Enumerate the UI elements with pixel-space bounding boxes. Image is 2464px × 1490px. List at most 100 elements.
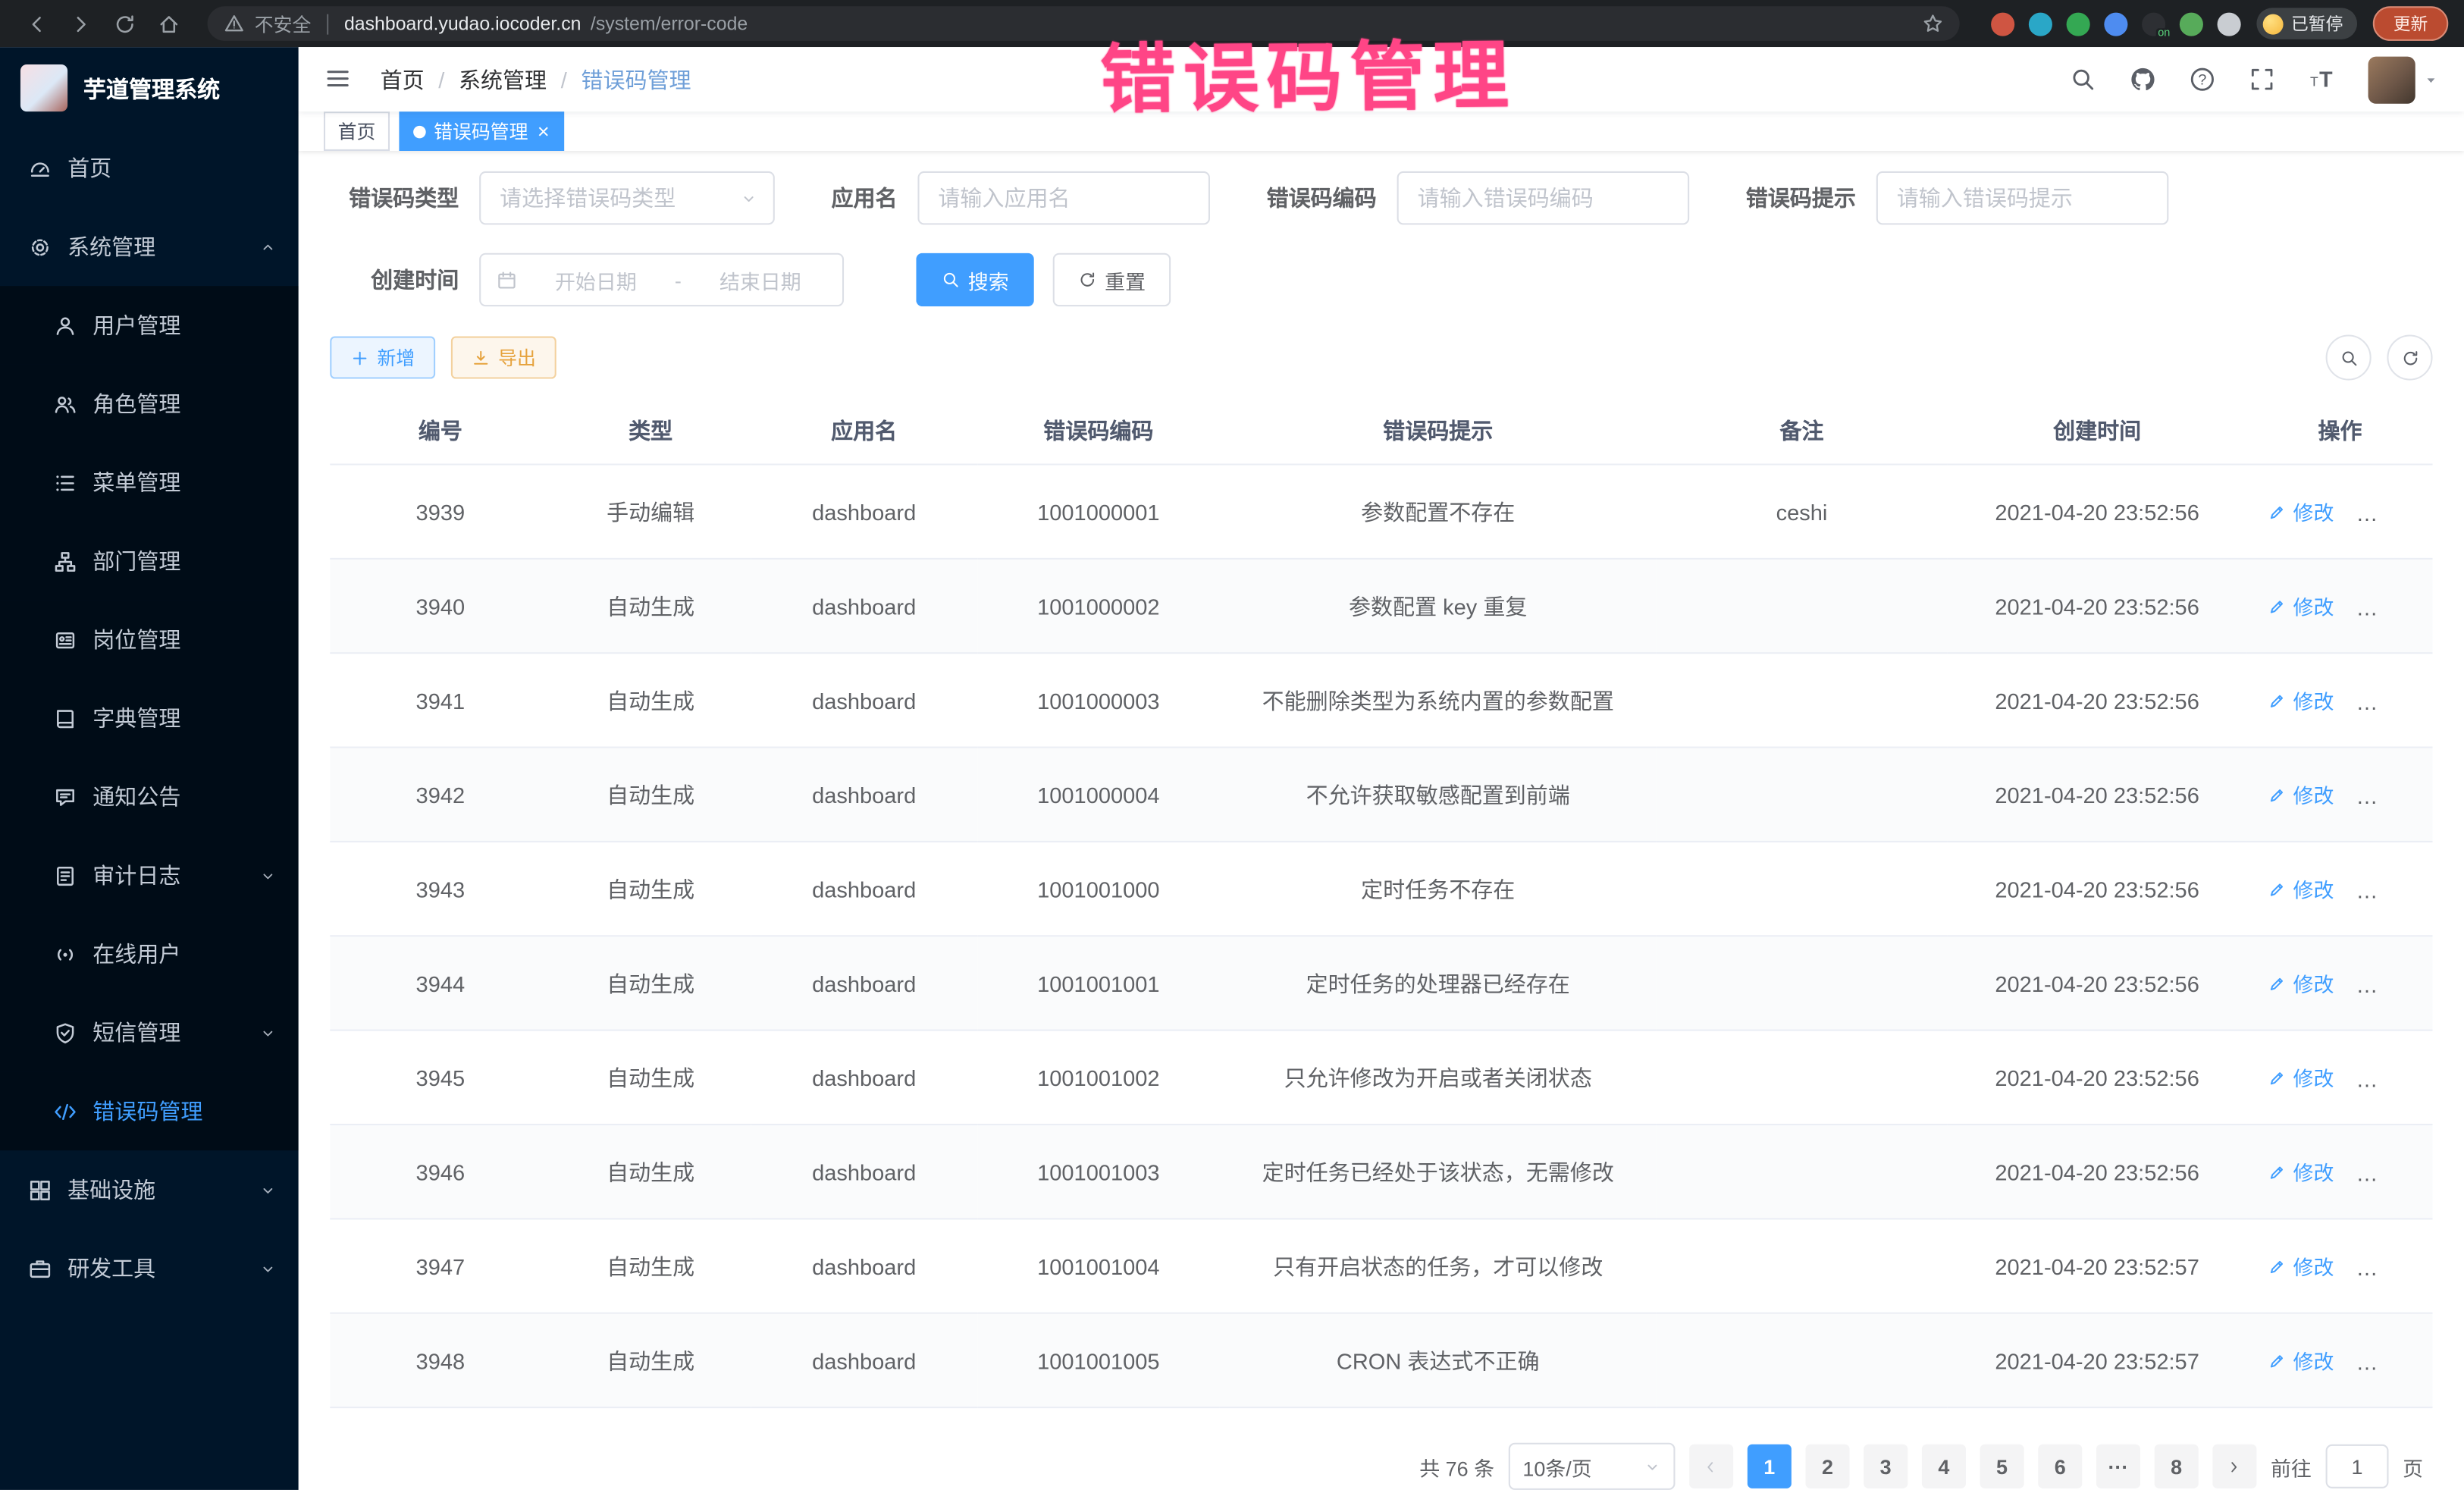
error-message-input[interactable]: [1876, 171, 2169, 224]
table-cell: 3945: [330, 1030, 550, 1125]
table-cell: 2021-04-20 23:52:57: [1947, 1219, 2248, 1313]
page-button[interactable]: 8: [2155, 1445, 2199, 1488]
page-button[interactable]: ···: [2096, 1445, 2140, 1488]
extension-tag-icon[interactable]: on: [2142, 12, 2165, 36]
sidebar-item-notice-management[interactable]: 通知公告: [0, 758, 299, 836]
sidebar-item-infrastructure[interactable]: 基础设施: [0, 1150, 299, 1229]
page-button[interactable]: 3: [1864, 1445, 1908, 1488]
collapse-sidebar-button[interactable]: [324, 64, 355, 95]
error-code-table: 编号类型应用名错误码编码错误码提示备注创建时间操作 3939手动编辑dashbo…: [330, 396, 2432, 1408]
error-code-input[interactable]: [1397, 171, 1690, 224]
chevron-down-icon: [259, 1259, 277, 1277]
page-button[interactable]: 1: [1748, 1445, 1792, 1488]
sidebar-item-dept-management[interactable]: 部门管理: [0, 522, 299, 601]
user-avatar-menu[interactable]: [2368, 56, 2439, 103]
sidebar-item-audit-log[interactable]: 审计日志: [0, 836, 299, 915]
fullscreen-icon[interactable]: [2249, 66, 2275, 93]
sidebar-item-role-management[interactable]: 角色管理: [0, 365, 299, 444]
page-size-select[interactable]: 10条/页: [1509, 1443, 1676, 1490]
user-icon: [53, 314, 77, 337]
github-icon[interactable]: [2130, 66, 2156, 93]
sidebar-item-online-users[interactable]: 在线用户: [0, 914, 299, 993]
edit-button[interactable]: 修改: [2268, 874, 2334, 903]
sidebar-item-label: 系统管理: [67, 231, 155, 262]
edit-button[interactable]: 修改: [2268, 591, 2334, 620]
table-cell: 1001001001: [977, 936, 1219, 1030]
breadcrumb-item[interactable]: 首页: [381, 64, 425, 95]
column-header: 应用名: [751, 396, 978, 464]
table-cell: dashboard: [751, 936, 978, 1030]
goto-page-input[interactable]: [2326, 1445, 2389, 1488]
edit-button[interactable]: 修改: [2268, 1345, 2334, 1375]
sidebar-item-error-code-management[interactable]: 错误码管理: [0, 1072, 299, 1151]
sidebar-item-sms-management[interactable]: 短信管理: [0, 993, 299, 1072]
table-cell: 3946: [330, 1125, 550, 1219]
table-cell: 2021-04-20 23:52:56: [1947, 1125, 2248, 1219]
page-button[interactable]: 5: [1980, 1445, 2024, 1488]
table-cell: 1001001002: [977, 1030, 1219, 1125]
sidebar-item-label: 短信管理: [92, 1017, 180, 1048]
browser-reload-button[interactable]: [104, 3, 145, 44]
sidebar-item-system-management[interactable]: 系统管理: [0, 208, 299, 287]
search-icon[interactable]: [2070, 66, 2096, 93]
reset-button[interactable]: 重置: [1053, 253, 1171, 306]
bookmark-star-icon[interactable]: [1922, 13, 1944, 35]
sidebar-item-user-management[interactable]: 用户管理: [0, 286, 299, 365]
close-tab-icon[interactable]: ×: [538, 121, 550, 142]
browser-forward-button[interactable]: [60, 3, 101, 44]
next-page-button[interactable]: [2212, 1445, 2256, 1488]
sidebar-item-label: 岗位管理: [92, 624, 180, 655]
search-button-label: 搜索: [968, 265, 1009, 294]
page-button[interactable]: 2: [1805, 1445, 1849, 1488]
app-name-input[interactable]: [917, 171, 1210, 224]
address-bar[interactable]: 不安全 dashboard.yudao.iocoder.cn/system/er…: [208, 6, 1960, 41]
extension-teal-icon[interactable]: [2029, 12, 2052, 36]
app-logo[interactable]: 芋道管理系统: [0, 47, 299, 129]
export-button[interactable]: 导出: [451, 337, 556, 379]
add-button[interactable]: 新增: [330, 337, 435, 379]
edit-button[interactable]: 修改: [2268, 497, 2334, 526]
tab-home[interactable]: 首页: [324, 111, 390, 151]
code-icon: [53, 1099, 77, 1123]
search-button[interactable]: 搜索: [916, 253, 1033, 306]
sidebar-item-label: 用户管理: [92, 309, 180, 340]
edit-button[interactable]: 修改: [2268, 780, 2334, 809]
sidebar-item-home[interactable]: 首页: [0, 129, 299, 208]
extension-blue-icon[interactable]: [2104, 12, 2127, 36]
edit-button[interactable]: 修改: [2268, 1251, 2334, 1281]
refresh-table-button[interactable]: [2387, 334, 2432, 380]
badge-icon: [53, 628, 77, 651]
error-type-select[interactable]: 请选择错误码类型: [479, 171, 775, 224]
page-button[interactable]: 4: [1922, 1445, 1966, 1488]
extension-red-icon[interactable]: [1991, 12, 2014, 36]
paused-badge[interactable]: 已暂停: [2256, 8, 2357, 39]
sidebar-item-post-management[interactable]: 岗位管理: [0, 601, 299, 679]
table-row: 3948自动生成dashboard1001001005CRON 表达式不正确20…: [330, 1313, 2432, 1407]
edit-icon: [2268, 502, 2287, 521]
browser-home-button[interactable]: [148, 3, 189, 44]
edit-button[interactable]: 修改: [2268, 1062, 2334, 1092]
help-icon[interactable]: ?: [2189, 66, 2215, 93]
breadcrumb-item[interactable]: 系统管理: [459, 64, 547, 95]
page-button[interactable]: 6: [2038, 1445, 2082, 1488]
tab-error-code[interactable]: 错误码管理 ×: [399, 111, 563, 151]
sidebar-item-dict-management[interactable]: 字典管理: [0, 679, 299, 758]
sidebar-item-dev-tools[interactable]: 研发工具: [0, 1229, 299, 1308]
table-cell: 定时任务不存在: [1219, 842, 1657, 936]
edit-button[interactable]: 修改: [2268, 968, 2334, 998]
browser-back-button[interactable]: [16, 3, 57, 44]
create-time-range-picker[interactable]: 开始日期 - 结束日期: [479, 253, 844, 306]
toggle-search-button[interactable]: [2326, 334, 2372, 380]
extension-leaf-icon[interactable]: [2180, 12, 2203, 36]
log-icon: [53, 864, 77, 887]
extensions-puzzle-icon[interactable]: [2218, 12, 2241, 36]
sidebar-item-label: 在线用户: [92, 938, 180, 969]
table-cell: 2021-04-20 23:52:56: [1947, 653, 2248, 747]
edit-button[interactable]: 修改: [2268, 1157, 2334, 1187]
prev-page-button[interactable]: [1689, 1445, 1733, 1488]
sidebar-item-menu-management[interactable]: 菜单管理: [0, 444, 299, 522]
font-size-icon[interactable]: TT: [2309, 66, 2335, 93]
edit-button[interactable]: 修改: [2268, 685, 2334, 715]
browser-update-button[interactable]: 更新: [2373, 6, 2448, 41]
extension-green-icon[interactable]: [2067, 12, 2090, 36]
